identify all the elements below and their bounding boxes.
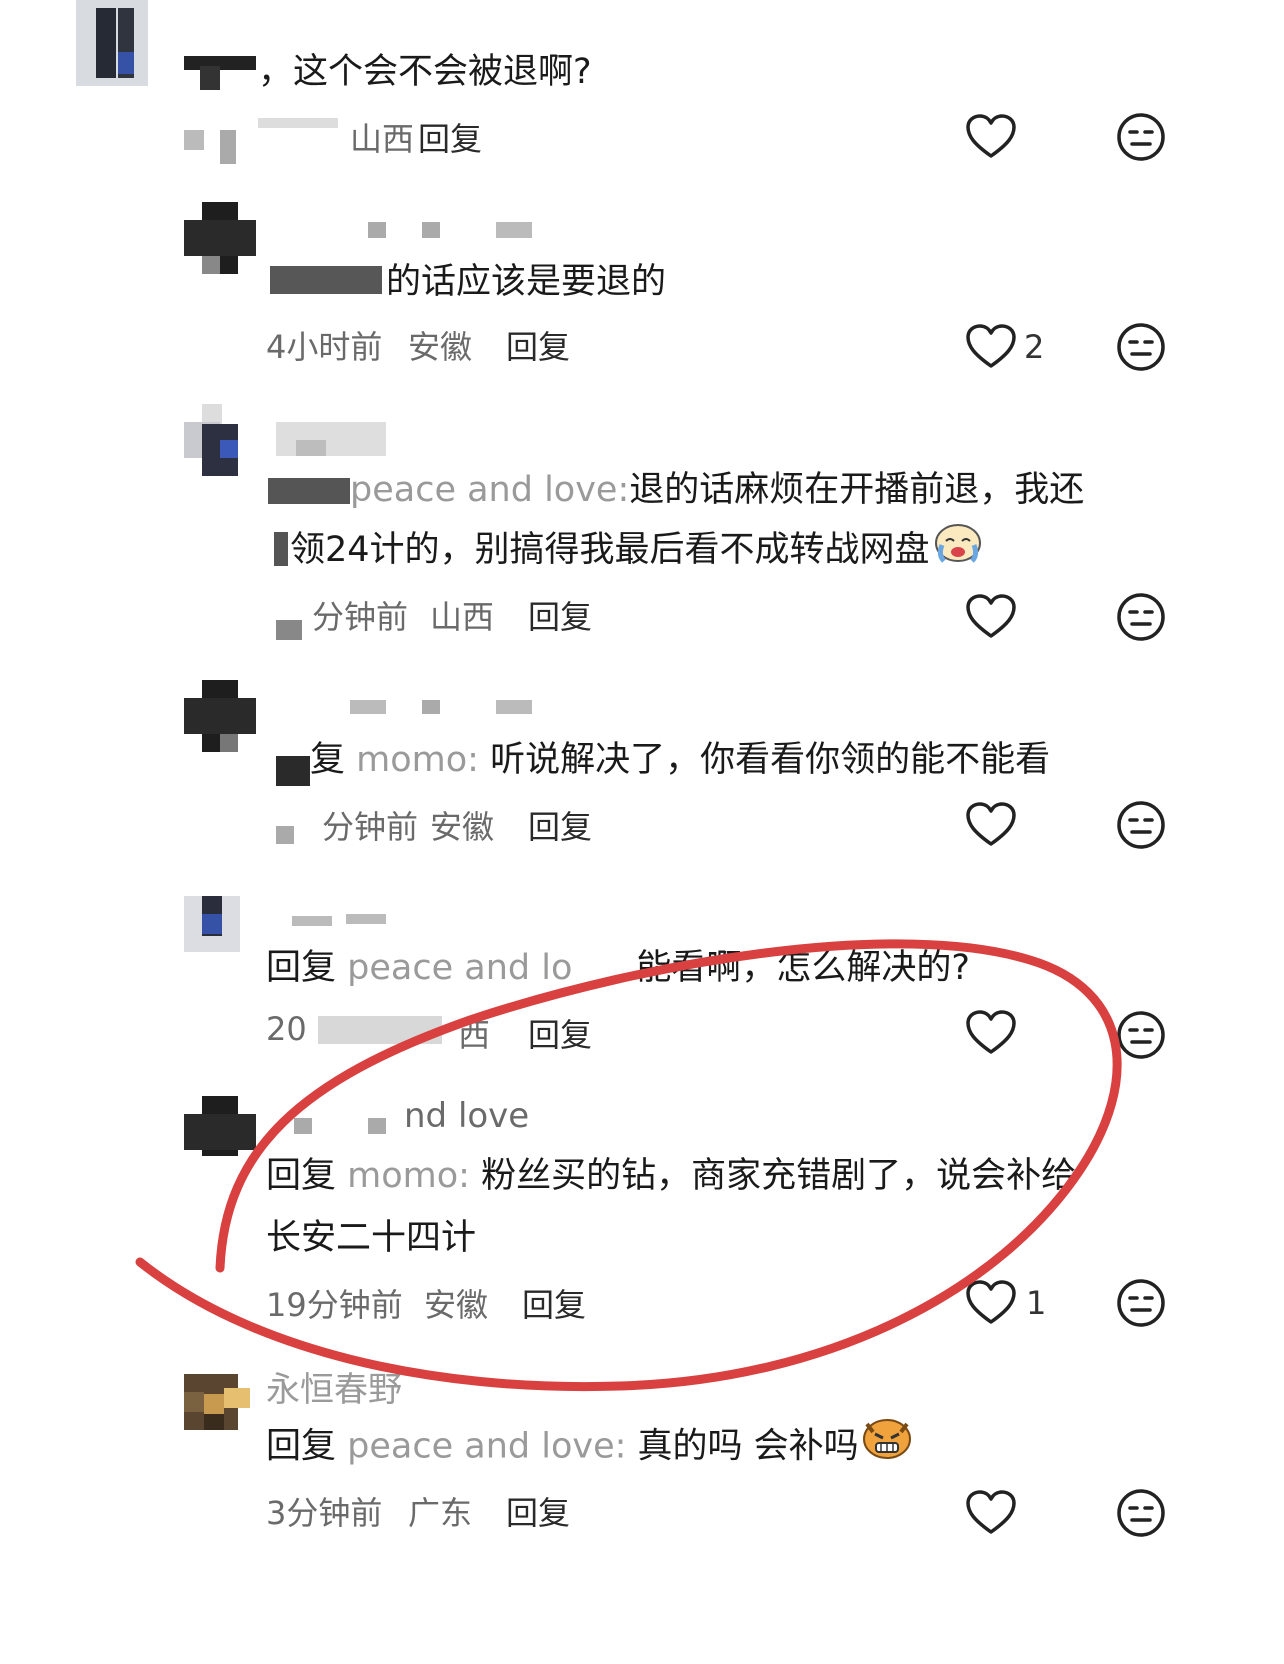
comment-username[interactable]: nd love	[404, 1096, 529, 1136]
comment-text: 的话应该是要退的	[386, 262, 667, 302]
comment-text: 粉丝买的钻，商家充错剧了，说会补给	[481, 1156, 1077, 1196]
redacted-meta	[258, 118, 338, 128]
comment-location: 西	[458, 1016, 491, 1054]
redacted-username	[422, 700, 440, 714]
redacted-prefix	[276, 756, 310, 786]
redacted-username	[368, 1118, 386, 1134]
comment-username[interactable]: 永恒春野	[266, 1362, 402, 1411]
avatar[interactable]	[184, 680, 256, 752]
redacted-prefix	[268, 478, 350, 504]
redacted-username	[496, 222, 532, 238]
comment-text: 听说解决了，你看看你领的能不能看	[490, 740, 1051, 780]
reply-prefix: 复	[310, 740, 346, 780]
redacted-meta	[318, 1016, 442, 1044]
meh-face-icon[interactable]	[1116, 322, 1166, 376]
comment-location: 山西	[430, 598, 495, 636]
redacted-meta	[276, 620, 302, 640]
heart-outline-icon[interactable]	[966, 324, 1016, 374]
comment-time: 分钟前	[322, 808, 419, 846]
reply-to-username[interactable]: peace and love:	[347, 1427, 626, 1467]
comment-location: 山西	[350, 120, 415, 158]
reply-prefix: 回复	[266, 1156, 337, 1196]
meh-face-icon[interactable]	[1116, 592, 1166, 646]
avatar[interactable]	[184, 1374, 250, 1430]
redacted-username	[496, 700, 532, 714]
comment-line2: 领24计的，别搞得我最后看不成转战网盘	[290, 518, 984, 584]
comment-text: 领24计的，别搞得我最后看不成转战网盘	[290, 530, 930, 570]
comment-text: 退的话麻烦在开播前退，我还	[629, 470, 1085, 510]
redacted-meta	[184, 130, 204, 150]
reply-to-username[interactable]: momo:	[356, 740, 479, 780]
reply-button[interactable]: 回复	[528, 802, 592, 848]
reply-button[interactable]: 回复	[528, 592, 592, 638]
heart-outline-icon[interactable]	[966, 1490, 1016, 1540]
redacted-username	[276, 422, 386, 456]
heart-outline-icon[interactable]	[966, 1280, 1016, 1330]
comment-time: 19分钟前	[266, 1286, 403, 1324]
redacted-username	[422, 222, 440, 238]
redacted-username	[200, 66, 220, 90]
heart-outline-icon[interactable]	[966, 594, 1016, 644]
reply-prefix: 回复	[266, 948, 337, 988]
meh-face-icon[interactable]	[1116, 800, 1166, 854]
avatar[interactable]	[56, 0, 148, 86]
comment-line1: 回复 momo: 粉丝买的钻，商家充错剧了，说会补给	[266, 1144, 1076, 1208]
redacted-username	[346, 914, 386, 924]
reply-button[interactable]: 回复	[418, 114, 482, 160]
comment-location: 广东	[408, 1494, 473, 1532]
reply-to-username[interactable]: peace and love:	[350, 470, 629, 510]
comment-location: 安徽	[424, 1286, 489, 1324]
reply-to-username[interactable]: peace and lo	[347, 948, 572, 988]
heart-outline-icon[interactable]	[966, 114, 1016, 164]
meh-face-icon[interactable]	[1116, 112, 1166, 166]
avatar[interactable]	[184, 1096, 256, 1156]
comment-time: 20	[266, 1010, 307, 1048]
reply-button[interactable]: 回复	[506, 322, 570, 368]
crying-face-emoji	[932, 519, 984, 584]
redacted-username	[368, 222, 386, 238]
meh-face-icon[interactable]	[1116, 1488, 1166, 1542]
redacted-username	[294, 1118, 312, 1134]
like-count: 2	[1024, 328, 1045, 366]
avatar[interactable]	[184, 202, 256, 274]
meh-face-icon[interactable]	[1116, 1010, 1166, 1064]
heart-outline-icon[interactable]	[966, 802, 1016, 852]
reply-button[interactable]: 回复	[528, 1010, 592, 1056]
comment-text: 真的吗 会补吗	[637, 1426, 859, 1467]
reply-to-username[interactable]: momo:	[347, 1156, 470, 1196]
redacted-username	[292, 916, 332, 926]
meh-face-icon[interactable]	[1116, 1278, 1166, 1332]
angry-tiger-emoji	[861, 1414, 913, 1481]
comment-line: 回复 peace and love: 真的吗 会补吗	[266, 1414, 913, 1481]
redacted-text	[270, 266, 382, 294]
redacted-meta	[220, 130, 236, 164]
comment-line: 回复 peace and lo 能看啊，怎么解决的?	[266, 936, 970, 1000]
reply-button[interactable]: 回复	[506, 1488, 570, 1534]
comment-line2: 长安二十四计	[266, 1218, 477, 1258]
comment-time: 3分钟前	[266, 1494, 383, 1532]
comment-line: 复 momo: 听说解决了，你看看你领的能不能看	[310, 728, 1050, 792]
redacted-meta	[276, 826, 294, 844]
comment-line1: peace and love:退的话麻烦在开播前退，我还	[350, 458, 1084, 522]
avatar[interactable]	[184, 896, 240, 952]
redacted-text	[274, 532, 288, 566]
redacted-username	[350, 700, 386, 714]
comment-location: 安徽	[408, 328, 473, 366]
reply-prefix: 回复	[266, 1426, 337, 1467]
comment-text: ，这个会不会被退啊?	[258, 52, 592, 92]
reply-button[interactable]: 回复	[522, 1280, 586, 1326]
comment-time: 4小时前	[266, 328, 383, 366]
like-count: 1	[1026, 1284, 1047, 1322]
comment-time: 分钟前	[312, 598, 409, 636]
comment-location: 安徽	[430, 808, 495, 846]
heart-outline-icon[interactable]	[966, 1010, 1016, 1060]
redacted-username	[184, 56, 256, 70]
redacted-username	[296, 440, 326, 456]
avatar[interactable]	[184, 404, 256, 476]
comment-text: 能看啊，怎么解决的?	[636, 948, 970, 988]
